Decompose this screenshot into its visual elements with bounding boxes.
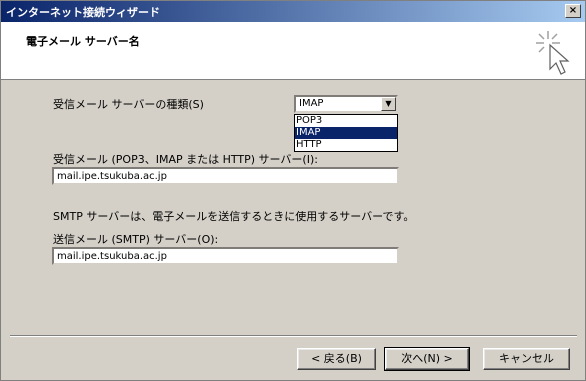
- cancel-button[interactable]: キャンセル: [483, 348, 570, 370]
- wizard-header: 電子メール サーバー名: [1, 22, 585, 80]
- next-button[interactable]: 次へ(N) >: [384, 347, 470, 371]
- outgoing-server-label: 送信メール (SMTP) サーバー(O):: [53, 233, 219, 246]
- dropdown-option-pop3[interactable]: POP3: [295, 115, 397, 127]
- chevron-down-icon[interactable]: ▼: [381, 97, 396, 111]
- incoming-server-label: 受信メール (POP3、IMAP または HTTP) サーバー(I):: [53, 153, 318, 166]
- back-button[interactable]: < 戻る(B): [297, 348, 376, 370]
- wizard-window: インターネット接続ウィザード × 電子メール サーバー名 受信メール サーバーの…: [0, 0, 586, 381]
- dropdown-option-imap[interactable]: IMAP: [295, 127, 397, 139]
- incoming-type-dropdown: POP3 IMAP HTTP: [294, 114, 398, 152]
- incoming-type-value: IMAP: [299, 98, 324, 109]
- dropdown-option-http[interactable]: HTTP: [295, 139, 397, 151]
- window-title: インターネット接続ウィザード: [6, 6, 160, 19]
- wizard-sparkle-cursor-icon: [536, 31, 570, 75]
- outgoing-server-input[interactable]: mail.ipe.tsukuba.ac.jp: [52, 247, 399, 265]
- footer-divider: [10, 335, 577, 337]
- title-bar[interactable]: インターネット接続ウィザード ×: [1, 1, 585, 22]
- incoming-type-label: 受信メール サーバーの種類(S): [53, 98, 204, 111]
- smtp-description: SMTP サーバーは、電子メールを送信するときに使用するサーバーです。: [53, 210, 415, 223]
- close-button[interactable]: ×: [565, 4, 581, 18]
- incoming-server-input[interactable]: mail.ipe.tsukuba.ac.jp: [52, 167, 399, 185]
- page-title: 電子メール サーバー名: [26, 35, 140, 48]
- incoming-type-select[interactable]: IMAP ▼: [294, 95, 398, 113]
